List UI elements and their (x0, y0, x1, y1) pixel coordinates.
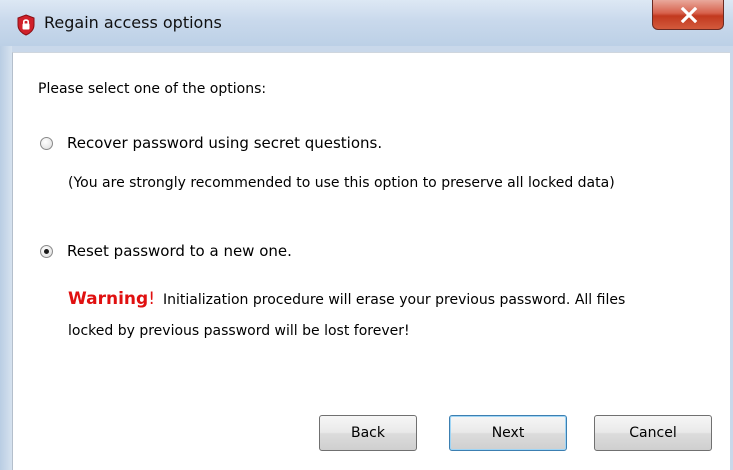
option-reset-password[interactable]: Reset password to a new one. (40, 242, 292, 260)
option-reset-label: Reset password to a new one. (67, 242, 292, 260)
warning-text-line2: locked by previous password will be lost… (68, 323, 410, 339)
instruction-text: Please select one of the options: (38, 81, 267, 97)
red-shield-lock-icon (16, 14, 36, 36)
warning-label: Warning (68, 289, 149, 309)
title-bar[interactable]: Regain access options (0, 0, 733, 47)
warning-exclamation: ! (148, 289, 156, 309)
window-frame-left (0, 46, 12, 470)
cancel-button[interactable]: Cancel (594, 415, 712, 451)
option-recover-label: Recover password using secret questions. (67, 134, 383, 152)
window-title: Regain access options (44, 13, 222, 32)
option-recover-password[interactable]: Recover password using secret questions. (40, 134, 382, 152)
back-button[interactable]: Back (319, 415, 417, 451)
next-button[interactable]: Next (449, 415, 567, 451)
warning-text-line1: Initialization procedure will erase your… (163, 292, 626, 308)
radio-recover-password[interactable] (40, 136, 53, 150)
recommendation-note: (You are strongly recommended to use thi… (68, 175, 615, 191)
radio-reset-password[interactable] (40, 244, 53, 258)
dialog-content-area (12, 52, 730, 470)
warning-message: Warning! Initialization procedure will er… (68, 284, 708, 347)
close-button[interactable] (652, 0, 724, 30)
close-icon (680, 7, 698, 23)
dialog-window: Regain access options Please select one … (0, 0, 733, 470)
